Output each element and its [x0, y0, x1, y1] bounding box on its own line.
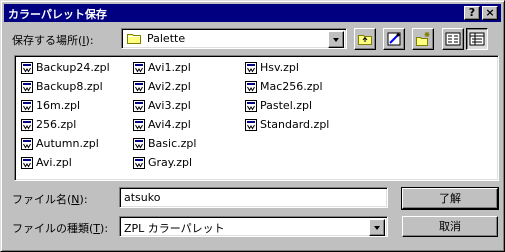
up-folder-button[interactable]	[354, 28, 376, 50]
location-label-suffix: ):	[85, 34, 94, 47]
palette-file-icon	[133, 81, 145, 93]
file-name: Pastel.zpl	[260, 99, 313, 112]
ok-button[interactable]: 了解	[401, 187, 499, 210]
location-dropdown[interactable]: Palette	[121, 28, 347, 49]
palette-file-icon	[21, 138, 33, 150]
title-bar[interactable]: カラーパレット保存 ? ×	[4, 4, 501, 22]
file-name: 256.zpl	[36, 118, 77, 131]
file-name: Gray.zpl	[148, 156, 193, 169]
file-name: Avi3.zpl	[148, 99, 191, 112]
palette-file-icon	[21, 100, 33, 112]
filetype-value: ZPL カラーパレット	[124, 222, 225, 235]
palette-file-icon	[245, 62, 257, 74]
up-folder-icon	[358, 35, 372, 45]
file-name: Avi1.zpl	[148, 61, 191, 74]
filetype-label-suffix: ):	[100, 222, 109, 235]
close-button[interactable]: ×	[482, 6, 498, 20]
palette-file-icon	[133, 62, 145, 74]
filetype-label: ファイルの種類(T):	[12, 220, 108, 236]
file-name: Mac256.zpl	[260, 80, 323, 93]
filename-label-key: N	[71, 193, 80, 206]
palette-file-icon	[245, 100, 257, 112]
desktop-button[interactable]	[383, 28, 405, 50]
file-list[interactable]: Backup24.zpl Backup8.zpl 16m.zpl 256.zpl Aut…	[14, 55, 499, 181]
palette-file-icon	[245, 81, 257, 93]
filename-input[interactable]: atsuko	[119, 187, 388, 208]
filetype-dropdown-arrow[interactable]	[369, 219, 385, 236]
folder-icon	[127, 32, 142, 44]
filename-label-suffix: ):	[79, 193, 88, 206]
palette-file-icon	[133, 157, 145, 169]
file-name: Basic.zpl	[148, 137, 197, 150]
palette-file-icon	[21, 119, 33, 131]
file-name: Avi.zpl	[36, 156, 72, 169]
new-folder-button[interactable]	[412, 28, 434, 50]
file-name: Autumn.zpl	[36, 137, 99, 150]
file-name: Backup24.zpl	[36, 61, 110, 74]
list-view-icon	[445, 32, 461, 46]
filename-label-text: ファイル名(	[12, 193, 72, 206]
palette-file-icon	[21, 157, 33, 169]
palette-file-icon	[21, 62, 33, 74]
file-name: Avi2.zpl	[148, 80, 191, 93]
palette-file-icon	[245, 119, 257, 131]
filetype-dropdown[interactable]: ZPL カラーパレット	[119, 216, 388, 237]
help-button[interactable]: ?	[464, 6, 480, 20]
filename-value: atsuko	[124, 191, 161, 204]
palette-file-icon	[133, 100, 145, 112]
list-view-button[interactable]	[442, 28, 464, 50]
cancel-button[interactable]: 取消	[402, 216, 498, 237]
file-name: Hsv.zpl	[260, 61, 299, 74]
desktop-icon	[387, 32, 401, 46]
file-name: Avi4.zpl	[148, 118, 191, 131]
palette-file-icon	[133, 119, 145, 131]
palette-file-icon	[133, 138, 145, 150]
save-palette-dialog: カラーパレット保存 ? × 保存する場所(I): Palette Backup2…	[0, 0, 505, 252]
details-view-icon	[469, 32, 485, 46]
file-name: 16m.zpl	[36, 99, 81, 112]
location-value: Palette	[147, 32, 186, 45]
location-label-text: 保存する場所(	[12, 34, 83, 47]
location-label: 保存する場所(I):	[12, 32, 94, 48]
file-name: Backup8.zpl	[36, 80, 103, 93]
filetype-label-text: ファイルの種類(	[12, 222, 94, 235]
window-title: カラーパレット保存	[8, 8, 107, 21]
location-dropdown-arrow[interactable]	[328, 31, 344, 48]
filename-label: ファイル名(N):	[12, 191, 88, 207]
file-name: Standard.zpl	[260, 118, 330, 131]
new-folder-icon	[416, 32, 430, 46]
palette-file-icon	[21, 81, 33, 93]
details-view-button[interactable]	[466, 28, 488, 50]
